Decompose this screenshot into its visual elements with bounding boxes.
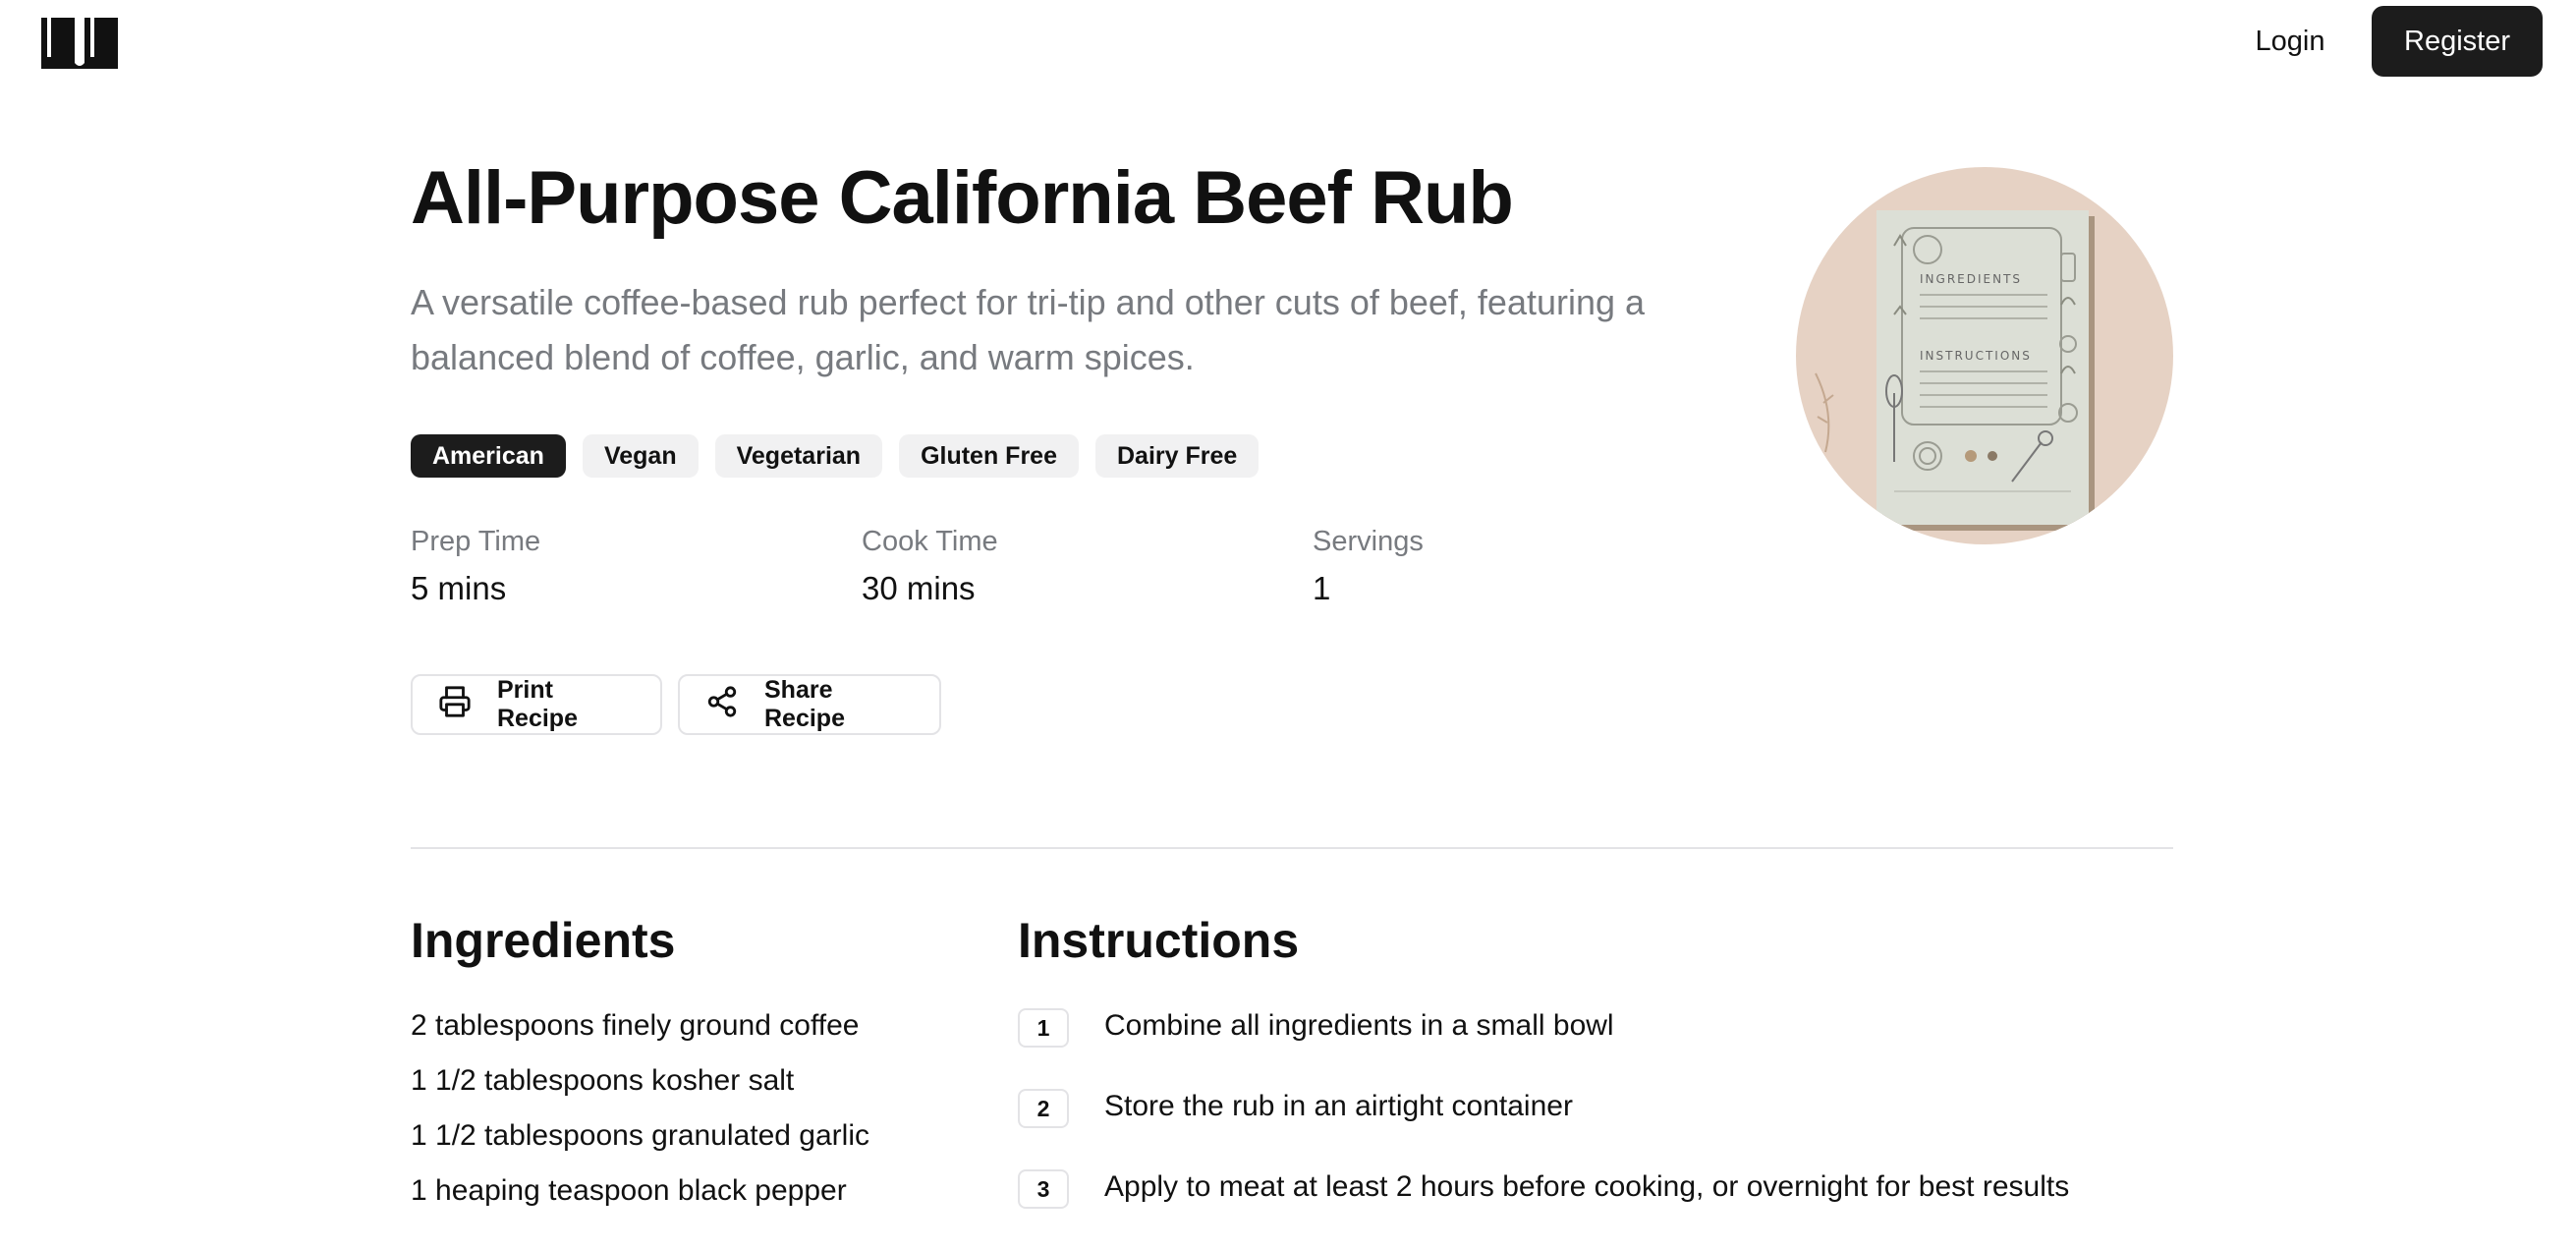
- printer-icon: [438, 685, 472, 725]
- recipe-description: A versatile coffee-based rub perfect for…: [411, 282, 1646, 377]
- instructions-heading: Instructions: [1018, 913, 1300, 968]
- step-number: 1: [1018, 1008, 1069, 1048]
- image-ingredients-text: INGREDIENTS: [1920, 272, 2022, 286]
- prep-time: Prep Time 5 mins: [411, 526, 540, 607]
- share-recipe-button[interactable]: Share Recipe: [678, 674, 941, 735]
- prep-time-value: 5 mins: [411, 570, 507, 606]
- register-button[interactable]: Register: [2372, 6, 2543, 77]
- print-recipe-button[interactable]: Print Recipe: [411, 674, 662, 735]
- instruction-step: 3 Apply to meat at least 2 hours before …: [1018, 1169, 2069, 1250]
- ingredient-item: 1 heaping teaspoon black pepper: [411, 1174, 847, 1207]
- tag-dairy-free[interactable]: Dairy Free: [1094, 434, 1260, 478]
- tag-american[interactable]: American: [411, 434, 566, 478]
- cook-time: Cook Time 30 mins: [862, 526, 998, 607]
- share-icon: [705, 685, 739, 725]
- ingredient-item: 1 1/2 tablespoons kosher salt: [411, 1064, 795, 1097]
- ingredient-item: 1 1/2 tablespoons granulated garlic: [411, 1119, 869, 1152]
- recipe-title: All-Purpose California Beef Rub: [411, 156, 1514, 240]
- ingredient-item: 2 tablespoons finely ground coffee: [411, 1009, 860, 1042]
- section-divider: [411, 847, 2173, 849]
- step-text: Apply to meat at least 2 hours before co…: [1104, 1170, 2070, 1203]
- instruction-step: 2 Store the rub in an airtight container: [1018, 1089, 2069, 1169]
- servings-label: Servings: [1313, 526, 1424, 557]
- cook-time-label: Cook Time: [862, 526, 998, 557]
- prep-time-label: Prep Time: [411, 526, 541, 557]
- ingredients-heading: Ingredients: [411, 913, 676, 968]
- servings-value: 1: [1313, 570, 1331, 606]
- servings: Servings 1: [1313, 526, 1424, 607]
- share-recipe-label: Share Recipe: [764, 676, 845, 732]
- print-recipe-label: Print Recipe: [497, 676, 578, 732]
- image-instructions-text: INSTRUCTIONS: [1920, 349, 2032, 363]
- tag-gluten-free[interactable]: Gluten Free: [899, 434, 1079, 478]
- tag-vegetarian[interactable]: Vegetarian: [714, 434, 883, 478]
- logo-open-book-icon[interactable]: [39, 14, 120, 71]
- recipe-image: INGREDIENTS INSTRUCTIONS: [1796, 167, 2173, 544]
- instruction-step: 1 Combine all ingredients in a small bow…: [1018, 1008, 2069, 1089]
- cook-time-value: 30 mins: [862, 570, 976, 606]
- step-text: Combine all ingredients in a small bowl: [1104, 1009, 1614, 1042]
- instructions-list: 1 Combine all ingredients in a small bow…: [1018, 1008, 2069, 1250]
- tag-list: American Vegan Vegetarian Gluten Free Da…: [411, 434, 1260, 478]
- tag-vegan[interactable]: Vegan: [582, 434, 699, 478]
- login-link[interactable]: Login: [2236, 12, 2344, 71]
- step-number: 3: [1018, 1169, 1069, 1209]
- step-number: 2: [1018, 1089, 1069, 1128]
- step-text: Store the rub in an airtight container: [1104, 1090, 1573, 1122]
- ingredients-list: 2 tablespoons finely ground coffee 1 1/2…: [411, 1004, 869, 1224]
